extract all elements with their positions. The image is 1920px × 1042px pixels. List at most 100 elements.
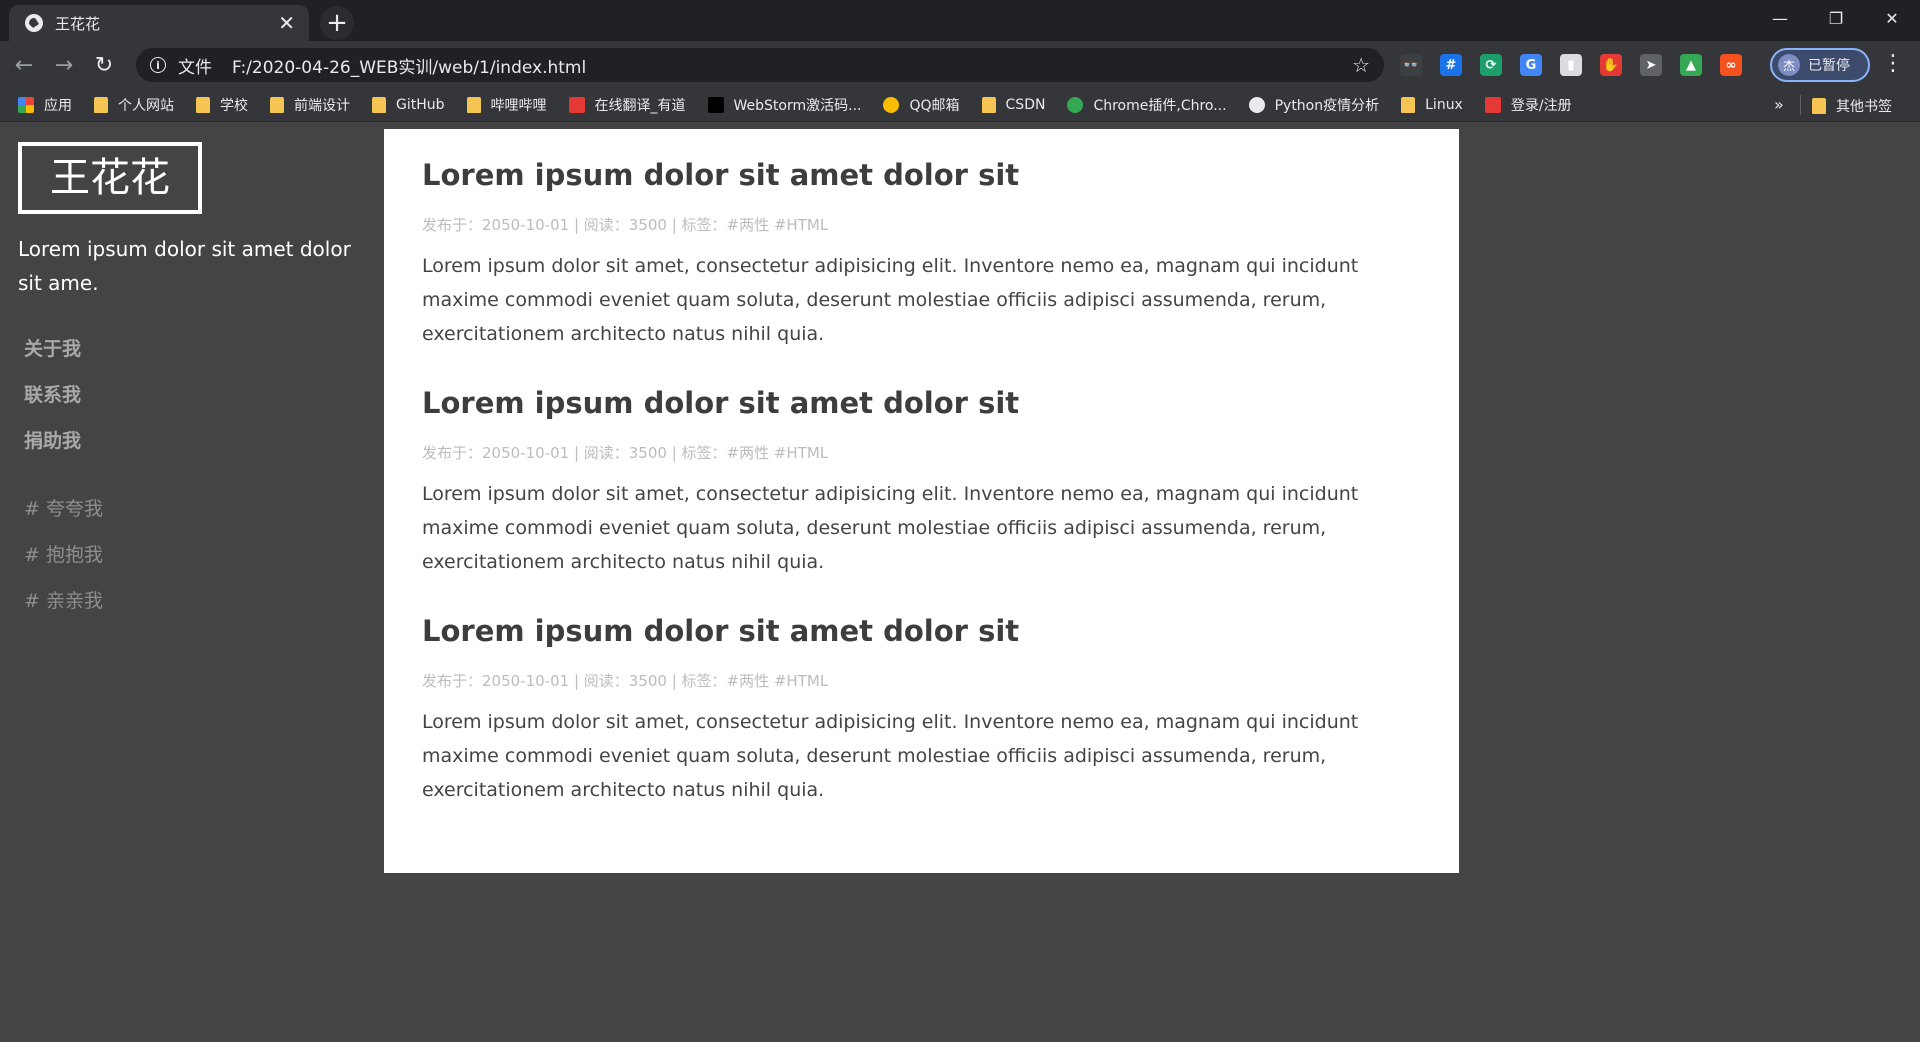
url-scheme-label: 文件 [178, 57, 212, 78]
post-meta: 发布于：2050-10-01 | 阅读：3500 | 标签：#两性 #HTML [422, 444, 829, 462]
menu-dots-icon[interactable]: ⋮ [1882, 53, 1904, 75]
bookmark-item[interactable]: Chrome插件,Chro... [1067, 95, 1227, 115]
close-window-button[interactable]: ✕ [1864, 0, 1920, 36]
drive-icon[interactable]: ▲ [1680, 54, 1702, 76]
tag-link[interactable]: # 抱抱我 [18, 532, 358, 578]
folder-icon [1401, 97, 1416, 113]
tag-link[interactable]: # 夸夸我 [18, 486, 358, 532]
bookmark-label: 哔哩哔哩 [490, 98, 547, 114]
post-card: Lorem ipsum dolor sit amet dolor sit 发布于… [422, 609, 1421, 807]
other-bookmarks[interactable]: 其他书签 [1812, 89, 1892, 122]
bookmark-label: 个人网站 [118, 98, 174, 114]
sidebar-item-donate[interactable]: 捐助我 [18, 418, 358, 464]
reload-button[interactable]: ↻ [88, 49, 120, 81]
bookmark-label: 在线翻译_有道 [594, 98, 686, 114]
minimize-button[interactable]: — [1752, 0, 1808, 36]
post-body: Lorem ipsum dolor sit amet, consectetur … [422, 711, 1359, 801]
bookmark-item[interactable]: 学校 [196, 95, 248, 115]
window-controls: — ❐ ✕ [1752, 0, 1920, 36]
csdn-icon [1484, 97, 1501, 113]
post-body: Lorem ipsum dolor sit amet, consectetur … [422, 255, 1359, 345]
bookmark-item[interactable]: 前端设计 [270, 95, 350, 115]
back-button[interactable]: ← [8, 49, 40, 81]
bookmark-item[interactable]: 应用 [18, 95, 72, 115]
bookmark-item[interactable]: GitHub [372, 97, 445, 113]
translate-icon[interactable]: G [1520, 54, 1542, 76]
forward-button[interactable]: → [48, 49, 80, 81]
info-icon[interactable]: i [150, 57, 166, 73]
site-logo[interactable]: 王花花 [18, 142, 202, 214]
extensions-area: 👓 # ⟳ G ▮ ✋ ➤ ▲ ∞ [1400, 50, 1760, 80]
bookmark-label: 前端设计 [294, 98, 350, 114]
url-input[interactable]: F:/2020-04-26_WEB实训/web/1/index.html [232, 53, 1352, 78]
cursor-icon[interactable]: ➤ [1640, 54, 1662, 76]
folder-icon [1812, 97, 1826, 114]
sidebar-item-contact[interactable]: 联系我 [18, 372, 358, 418]
qqmail-icon [883, 97, 900, 113]
new-tab-button[interactable]: + [320, 6, 354, 40]
sidebar-item-about[interactable]: 关于我 [18, 326, 358, 372]
close-tab-icon[interactable]: ✕ [278, 13, 295, 33]
apps-icon [18, 97, 34, 113]
jetbrains-icon [707, 97, 724, 113]
hashtag-icon[interactable]: # [1440, 54, 1462, 76]
book-icon[interactable]: ▮ [1560, 54, 1582, 76]
post-meta: 发布于：2050-10-01 | 阅读：3500 | 标签：#两性 #HTML [422, 216, 829, 234]
folder-icon [372, 97, 386, 113]
bookmark-label: CSDN [1005, 97, 1046, 113]
bookmark-item[interactable]: Python疫情分析 [1248, 95, 1380, 115]
bookmark-item[interactable]: WebStorm激活码... [707, 95, 862, 115]
bookmark-label: Chrome插件,Chro... [1093, 98, 1227, 114]
tab-title: 王花花 [55, 14, 101, 33]
bookmark-item[interactable]: 登录/注册 [1484, 95, 1572, 115]
tag-link[interactable]: # 亲亲我 [18, 578, 358, 624]
bookmarks-bar: 应用 个人网站 学校 前端设计 GitHub 哔哩哔哩 在线翻译_有道 WebStorm激活码… [0, 89, 1920, 122]
folder-icon [94, 97, 108, 113]
globe-icon [1248, 97, 1265, 113]
profile-button[interactable]: 杰 已暂停 [1770, 48, 1870, 82]
bookmark-label: WebStorm激活码... [733, 98, 862, 114]
spy-icon[interactable]: 👓 [1400, 54, 1422, 76]
bookmark-star-icon[interactable]: ☆ [1352, 53, 1370, 77]
bookmark-label: Python疫情分析 [1274, 98, 1380, 114]
post-card: Lorem ipsum dolor sit amet dolor sit 发布于… [422, 153, 1421, 351]
chrome-icon [1067, 97, 1084, 113]
post-list: Lorem ipsum dolor sit amet dolor sit 发布于… [384, 129, 1459, 873]
post-title[interactable]: Lorem ipsum dolor sit amet dolor sit [422, 153, 1421, 197]
bookmarks-overflow-button[interactable]: » [1774, 95, 1784, 114]
sidebar-tags: # 夸夸我 # 抱抱我 # 亲亲我 [18, 486, 358, 624]
bookmark-item[interactable]: 个人网站 [94, 95, 174, 115]
other-bookmarks-label: 其他书签 [1836, 98, 1892, 115]
bookmark-item[interactable]: QQ邮箱 [883, 95, 960, 115]
bookmark-label: GitHub [396, 97, 445, 113]
bookmark-item[interactable]: 在线翻译_有道 [568, 95, 686, 115]
avatar: 杰 [1778, 54, 1800, 76]
browser-toolbar: ← → ↻ i 文件 F:/2020-04-26_WEB实训/web/1/ind… [0, 41, 1920, 89]
sidebar-nav: 关于我 联系我 捐助我 [18, 326, 358, 464]
bookmark-label: 学校 [220, 98, 248, 114]
bookmark-label: 登录/注册 [1510, 98, 1572, 114]
browser-tab[interactable]: 王花花 ✕ [9, 5, 309, 41]
folder-icon [466, 97, 481, 113]
site-description: Lorem ipsum dolor sit amet dolor sit ame… [18, 237, 351, 295]
profile-status: 已暂停 [1808, 58, 1850, 74]
post-title[interactable]: Lorem ipsum dolor sit amet dolor sit [422, 381, 1421, 425]
sidebar: 王花花 Lorem ipsum dolor sit amet dolor sit… [18, 142, 358, 624]
infinity-icon[interactable]: ∞ [1720, 54, 1742, 76]
bookmarks-divider [1800, 95, 1801, 115]
bookmark-item[interactable]: Linux [1401, 97, 1463, 113]
post-card: Lorem ipsum dolor sit amet dolor sit 发布于… [422, 381, 1421, 579]
bookmark-item[interactable]: 哔哩哔哩 [466, 95, 547, 115]
post-meta: 发布于：2050-10-01 | 阅读：3500 | 标签：#两性 #HTML [422, 672, 829, 690]
folder-icon [981, 97, 996, 113]
bookmark-label: QQ邮箱 [909, 98, 960, 114]
hand-icon[interactable]: ✋ [1600, 54, 1622, 76]
bookmark-label: 应用 [44, 98, 72, 114]
folder-icon [270, 97, 284, 113]
refresh-ext-icon[interactable]: ⟳ [1480, 54, 1502, 76]
post-body: Lorem ipsum dolor sit amet, consectetur … [422, 483, 1359, 573]
post-title[interactable]: Lorem ipsum dolor sit amet dolor sit [422, 609, 1421, 653]
address-bar[interactable]: i 文件 F:/2020-04-26_WEB实训/web/1/index.htm… [136, 48, 1384, 82]
bookmark-item[interactable]: CSDN [981, 97, 1046, 113]
restore-button[interactable]: ❐ [1808, 0, 1864, 36]
